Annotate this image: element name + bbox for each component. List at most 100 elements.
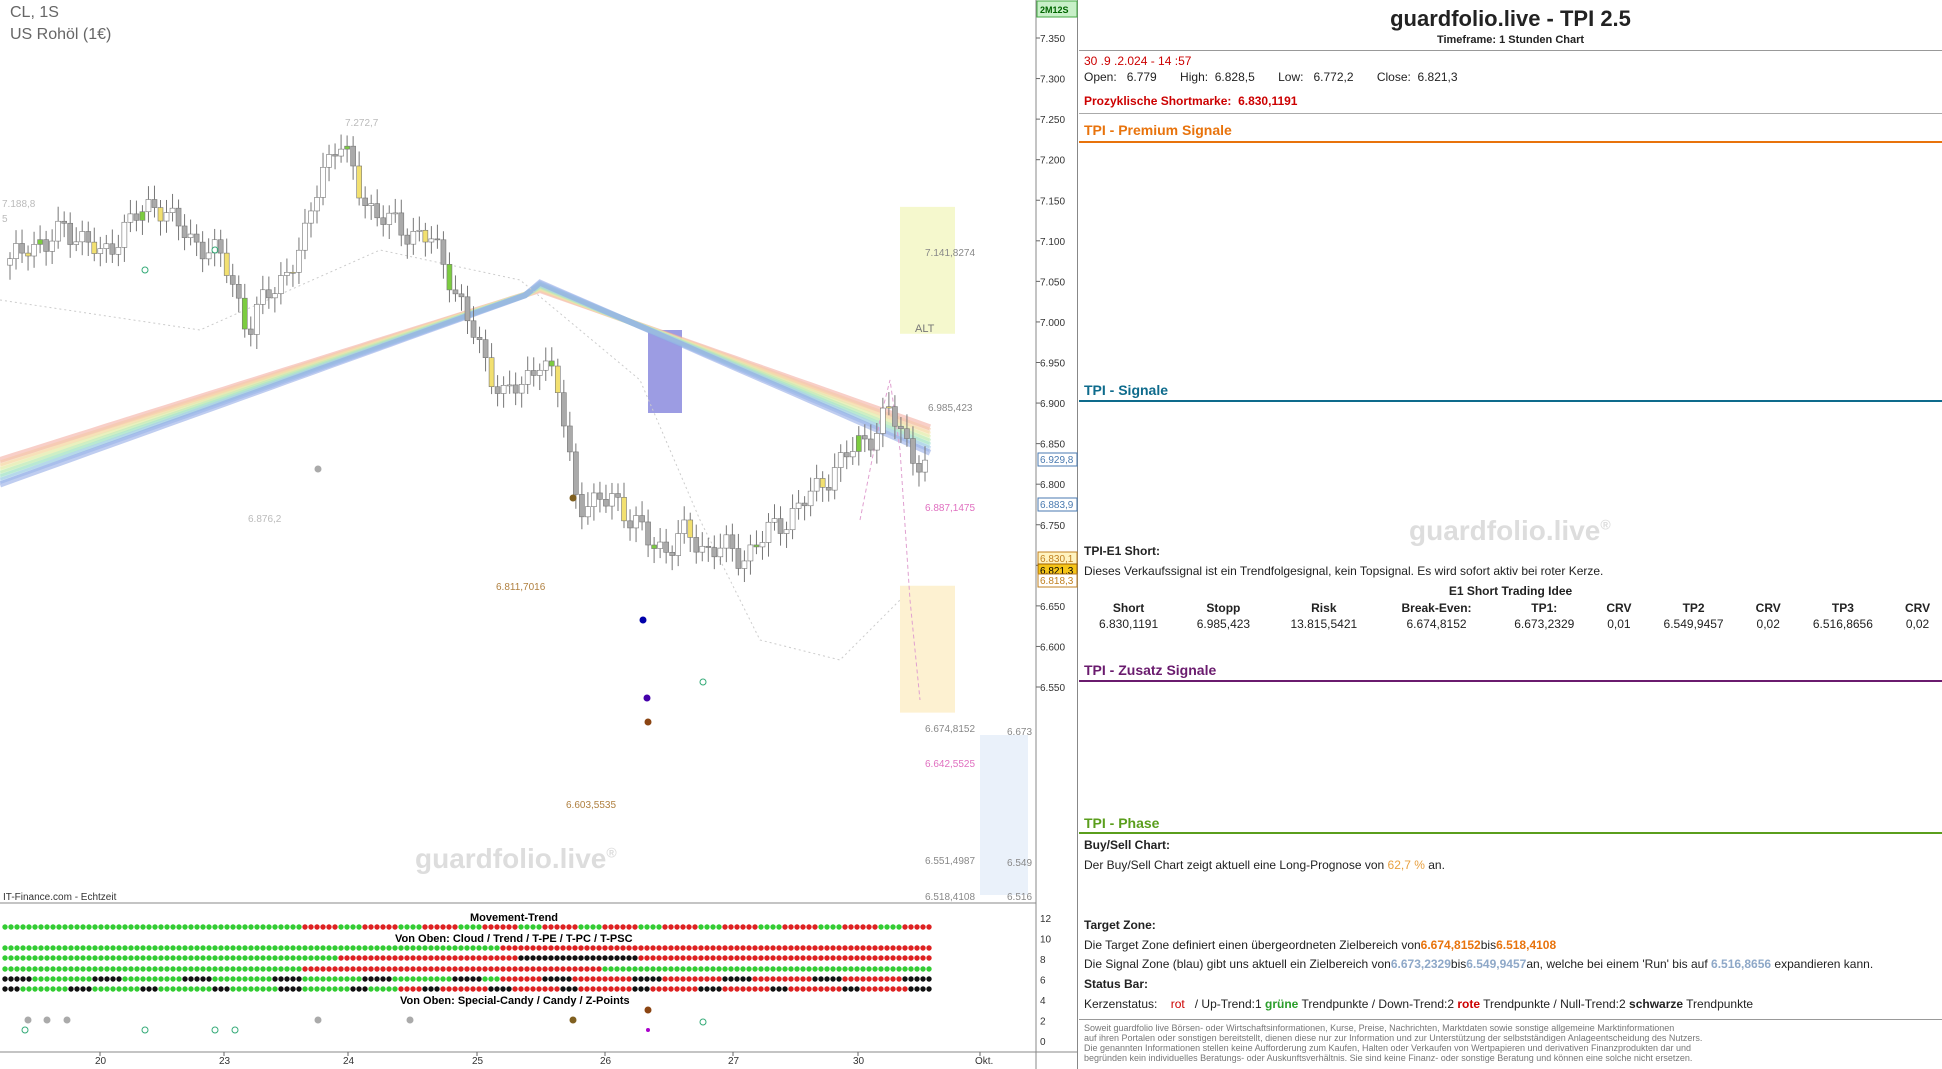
trend-point [512, 924, 518, 930]
trend-point [866, 945, 872, 951]
trend-point [272, 966, 278, 972]
candle-body [175, 207, 182, 227]
trend-point [362, 924, 368, 930]
trend-point [74, 955, 80, 961]
trend-point [398, 924, 404, 930]
candle-body [597, 492, 603, 500]
chart-area[interactable]: 7.350 7.300 7.250 7.200 7.150 7.100 7.050 7.000… [0, 0, 1078, 1069]
trend-point [716, 986, 722, 992]
candlestick-chart[interactable]: 7.350 7.300 7.250 7.200 7.150 7.100 7.050 7.000… [0, 0, 1078, 1069]
candy-dot [63, 1016, 71, 1024]
label-high: 7.272,7 [345, 118, 379, 129]
label-tz-top: 6.674,8152 [925, 724, 975, 735]
trend-point [836, 986, 842, 992]
trend-point [752, 976, 758, 982]
trend-point [332, 945, 338, 951]
trend-point [194, 986, 200, 992]
trend-point [194, 924, 200, 930]
trend-point [578, 955, 584, 961]
trend-point [866, 986, 872, 992]
trend-point [380, 966, 386, 972]
trend-point [842, 986, 848, 992]
trend-point [350, 966, 356, 972]
trend-point [32, 966, 38, 972]
candle-body [573, 451, 579, 495]
e1-idea-title: E1 Short Trading Idee [1448, 584, 1573, 598]
trend-point [218, 966, 224, 972]
candle-body [43, 239, 49, 252]
trend-point [182, 986, 188, 992]
trend-point [728, 986, 734, 992]
trend-point [248, 966, 254, 972]
y-tick-label: 6.900 [1040, 399, 1065, 410]
trend-point [710, 945, 716, 951]
trend-point [50, 976, 56, 982]
trend-point [638, 986, 644, 992]
trend-point [152, 986, 158, 992]
label-tz-pink: 6.642,5525 [925, 759, 975, 770]
trend-point [404, 945, 410, 951]
trend-point [254, 955, 260, 961]
trend-point [194, 976, 200, 982]
trend-point [68, 986, 74, 992]
trend-point [140, 966, 146, 972]
trend-point [110, 976, 116, 982]
trend-point [668, 976, 674, 982]
trend-point [146, 966, 152, 972]
trend-point [122, 966, 128, 972]
trend-point [362, 966, 368, 972]
candle-body [880, 407, 886, 434]
trend-point [98, 955, 104, 961]
trend-point [200, 955, 206, 961]
trend-point [728, 955, 734, 961]
trend-point [446, 945, 452, 951]
trend-point [320, 945, 326, 951]
candle-body [627, 520, 633, 529]
trend-point [242, 966, 248, 972]
trend-point [794, 966, 800, 972]
trend-point [566, 945, 572, 951]
trend-point [488, 924, 494, 930]
trend-point [854, 966, 860, 972]
trend-point [752, 955, 758, 961]
trend-point [38, 976, 44, 982]
trend-point [590, 924, 596, 930]
trend-point [140, 976, 146, 982]
trend-point [512, 945, 518, 951]
trend-point [308, 986, 314, 992]
trend-point [260, 976, 266, 982]
trend-point [116, 955, 122, 961]
trend-point [902, 976, 908, 982]
candle-body [217, 239, 224, 254]
trend-point [80, 986, 86, 992]
trend-point [698, 986, 704, 992]
trend-point [644, 966, 650, 972]
panel-datetime: 30 .9 .2.024 - 14 :57 [1084, 54, 1192, 68]
trend-point [170, 924, 176, 930]
candle-body [831, 467, 838, 491]
trend-point [728, 945, 734, 951]
trend-point [242, 986, 248, 992]
trend-point [56, 955, 62, 961]
trend-point [908, 955, 914, 961]
candle-body [675, 533, 681, 556]
trend-point [146, 976, 152, 982]
trend-point [788, 986, 794, 992]
trend-point [230, 924, 236, 930]
label-left: 7.188,8 [2, 199, 36, 210]
trend-point [806, 945, 812, 951]
candle-body [428, 238, 435, 243]
candy-dot [406, 1016, 414, 1024]
trend-point [326, 966, 332, 972]
panel-ohlc: Open: 6.779 High: 6.828,5 Low: 6.772,2 C… [1084, 70, 1458, 84]
trend-point [848, 955, 854, 961]
trend-point [902, 966, 908, 972]
trend-point [446, 966, 452, 972]
trend-point [872, 924, 878, 930]
trend-point [518, 955, 524, 961]
trend-point [446, 924, 452, 930]
trend-point [152, 924, 158, 930]
trend-point [122, 945, 128, 951]
trend-point [458, 966, 464, 972]
trend-point [314, 966, 320, 972]
